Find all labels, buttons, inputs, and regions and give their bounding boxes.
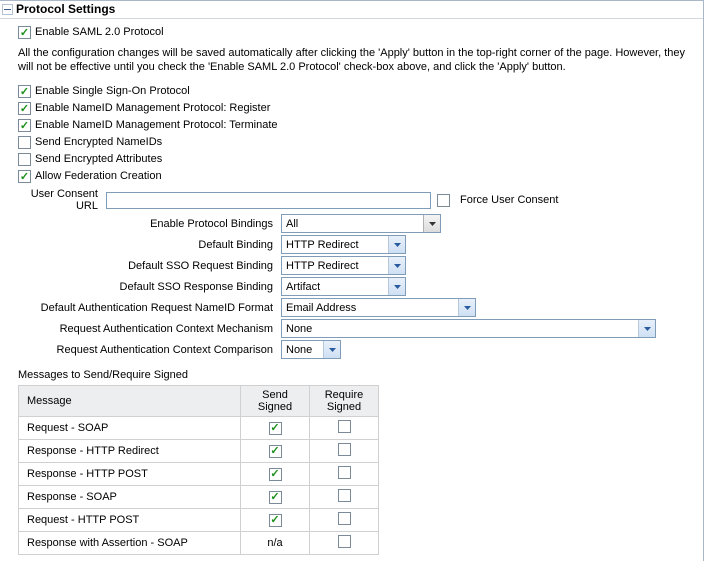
message-cell: Response - HTTP POST <box>19 463 241 486</box>
nameid-terminate-label: Enable NameID Management Protocol: Termi… <box>35 118 278 133</box>
enable-sso-checkbox[interactable] <box>18 85 31 98</box>
chevron-down-icon <box>323 341 340 358</box>
chevron-down-icon <box>638 320 655 337</box>
require-signed-cell <box>310 463 379 486</box>
send-signed-checkbox[interactable] <box>269 491 282 504</box>
force-user-consent-label: Force User Consent <box>460 194 558 206</box>
default-authn-nameid-select[interactable]: Email Address <box>281 298 476 317</box>
send-enc-nameids-checkbox[interactable] <box>18 136 31 149</box>
allow-fed-label: Allow Federation Creation <box>35 169 162 184</box>
send-signed-checkbox[interactable] <box>269 468 282 481</box>
default-sso-resp-select[interactable]: Artifact <box>281 277 406 296</box>
require-signed-checkbox[interactable] <box>338 489 351 502</box>
help-text: All the configuration changes will be sa… <box>18 46 693 74</box>
default-binding-value: HTTP Redirect <box>286 239 359 251</box>
send-enc-attrs-label: Send Encrypted Attributes <box>35 152 162 167</box>
default-sso-req-value: HTTP Redirect <box>286 260 359 272</box>
send-signed-cell: n/a <box>241 532 310 555</box>
send-signed-checkbox[interactable] <box>269 445 282 458</box>
send-enc-attrs-checkbox[interactable] <box>18 153 31 166</box>
chevron-down-icon <box>388 257 405 274</box>
nameid-register-label: Enable NameID Management Protocol: Regis… <box>35 101 270 116</box>
send-signed-cell <box>241 509 310 532</box>
req-authn-mech-select[interactable]: None <box>281 319 656 338</box>
send-signed-checkbox[interactable] <box>269 422 282 435</box>
require-signed-checkbox[interactable] <box>338 420 351 433</box>
send-enc-nameids-label: Send Encrypted NameIDs <box>35 135 162 150</box>
nameid-register-checkbox[interactable] <box>18 102 31 115</box>
req-authn-mech-value: None <box>286 323 312 335</box>
enable-bindings-select[interactable]: All <box>281 214 441 233</box>
message-cell: Response - SOAP <box>19 486 241 509</box>
nameid-terminate-checkbox[interactable] <box>18 119 31 132</box>
enable-saml-label: Enable SAML 2.0 Protocol <box>35 25 164 40</box>
table-row: Response - SOAP <box>19 486 379 509</box>
require-signed-cell <box>310 440 379 463</box>
chevron-down-icon <box>388 236 405 253</box>
message-cell: Response - HTTP Redirect <box>19 440 241 463</box>
message-cell: Request - HTTP POST <box>19 509 241 532</box>
table-row: Response - HTTP POST <box>19 463 379 486</box>
na-label: n/a <box>267 537 282 549</box>
allow-fed-checkbox[interactable] <box>18 170 31 183</box>
chevron-down-icon <box>458 299 475 316</box>
default-binding-label: Default Binding <box>18 239 275 251</box>
require-signed-cell <box>310 509 379 532</box>
table-header-send: Send Signed <box>241 386 310 417</box>
send-signed-cell <box>241 440 310 463</box>
send-signed-cell <box>241 417 310 440</box>
req-authn-cmp-select[interactable]: None <box>281 340 341 359</box>
default-authn-nameid-value: Email Address <box>286 302 356 314</box>
req-authn-cmp-value: None <box>286 344 312 356</box>
default-binding-select[interactable]: HTTP Redirect <box>281 235 406 254</box>
req-authn-mech-label: Request Authentication Context Mechanism <box>18 323 275 335</box>
require-signed-cell <box>310 532 379 555</box>
send-signed-cell <box>241 486 310 509</box>
table-header-require: Require Signed <box>310 386 379 417</box>
table-row: Request - HTTP POST <box>19 509 379 532</box>
message-cell: Response with Assertion - SOAP <box>19 532 241 555</box>
require-signed-checkbox[interactable] <box>338 466 351 479</box>
default-authn-nameid-label: Default Authentication Request NameID Fo… <box>18 302 275 314</box>
enable-bindings-value: All <box>286 218 298 230</box>
messages-table-title: Messages to Send/Require Signed <box>18 369 693 381</box>
chevron-down-icon <box>388 278 405 295</box>
default-sso-req-select[interactable]: HTTP Redirect <box>281 256 406 275</box>
require-signed-cell <box>310 486 379 509</box>
default-sso-req-label: Default SSO Request Binding <box>18 260 275 272</box>
require-signed-checkbox[interactable] <box>338 443 351 456</box>
user-consent-url-label: User Consent URL <box>18 188 100 212</box>
table-header-message: Message <box>19 386 241 417</box>
require-signed-checkbox[interactable] <box>338 535 351 548</box>
default-sso-resp-value: Artifact <box>286 281 320 293</box>
send-signed-checkbox[interactable] <box>269 514 282 527</box>
send-signed-cell <box>241 463 310 486</box>
require-signed-cell <box>310 417 379 440</box>
table-row: Response with Assertion - SOAP n/a <box>19 532 379 555</box>
messages-table: Message Send Signed Require Signed Reque… <box>18 385 379 555</box>
req-authn-cmp-label: Request Authentication Context Compariso… <box>18 344 275 356</box>
table-row: Request - SOAP <box>19 417 379 440</box>
table-row: Response - HTTP Redirect <box>19 440 379 463</box>
collapse-icon[interactable] <box>2 4 13 15</box>
enable-sso-label: Enable Single Sign-On Protocol <box>35 84 190 99</box>
require-signed-checkbox[interactable] <box>338 512 351 525</box>
section-header: Protocol Settings <box>0 1 703 19</box>
user-consent-url-input[interactable] <box>106 192 431 209</box>
section-title: Protocol Settings <box>16 2 115 16</box>
enable-bindings-label: Enable Protocol Bindings <box>18 218 275 230</box>
enable-saml-checkbox[interactable] <box>18 26 31 39</box>
default-sso-resp-label: Default SSO Response Binding <box>18 281 275 293</box>
chevron-down-icon <box>423 215 440 232</box>
message-cell: Request - SOAP <box>19 417 241 440</box>
force-user-consent-checkbox[interactable] <box>437 194 450 207</box>
